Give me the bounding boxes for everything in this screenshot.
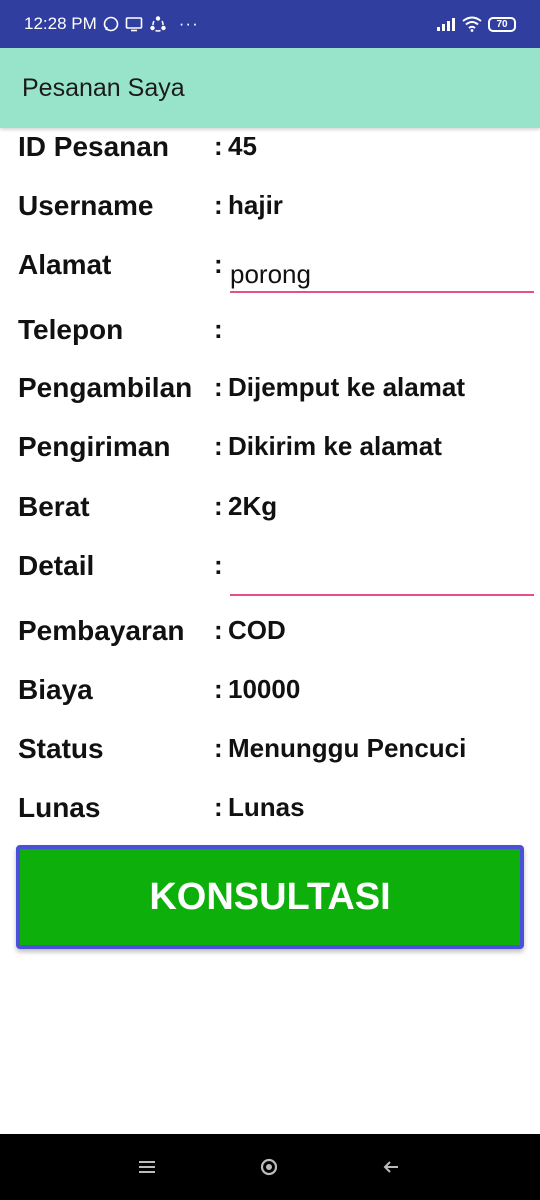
value-pembayaran: COD [228, 615, 286, 645]
separator: : [214, 131, 223, 161]
navigation-bar [0, 1134, 540, 1200]
row-pengiriman: Pengiriman : Dikirim ke alamat [18, 431, 534, 471]
row-username: Username : hajir [18, 190, 534, 230]
detail-field[interactable] [230, 562, 534, 596]
row-berat: Berat : 2Kg [18, 491, 534, 531]
whatsapp-icon [103, 16, 119, 32]
value-id-pesanan: 45 [228, 131, 257, 161]
separator: : [214, 733, 223, 763]
separator: : [214, 249, 223, 279]
alamat-field[interactable] [230, 259, 534, 293]
label-telepon: Telepon [18, 314, 124, 345]
status-bar: 12:28 PM ··· 70 [0, 0, 540, 48]
separator: : [214, 491, 223, 521]
row-telepon: Telepon : [18, 314, 534, 354]
value-lunas: Lunas [228, 792, 305, 822]
label-status: Status [18, 733, 104, 764]
value-pengambilan: Dijemput ke alamat [228, 372, 465, 402]
separator: : [214, 190, 223, 220]
row-pembayaran: Pembayaran : COD [18, 615, 534, 655]
label-pembayaran: Pembayaran [18, 615, 185, 646]
label-pengambilan: Pengambilan [18, 372, 193, 403]
separator: : [214, 792, 223, 822]
sync-icon [149, 15, 167, 33]
row-detail: Detail : [18, 550, 534, 602]
app-bar: Pesanan Saya [0, 48, 540, 128]
value-pengiriman: Dikirim ke alamat [228, 431, 442, 461]
row-alamat: Alamat : [18, 249, 534, 301]
battery-icon: 70 [488, 16, 516, 32]
signal-icon [436, 17, 456, 31]
label-username: Username [18, 190, 154, 221]
separator: : [214, 674, 223, 704]
label-alamat: Alamat [18, 249, 112, 280]
value-berat: 2Kg [228, 491, 278, 521]
back-icon[interactable] [376, 1152, 406, 1182]
value-status: Menunggu Pencuci [228, 733, 467, 763]
separator: : [214, 431, 223, 461]
status-left: 12:28 PM ··· [24, 14, 199, 34]
label-biaya: Biaya [18, 674, 93, 705]
separator: : [214, 372, 223, 402]
status-right: 70 [436, 16, 516, 32]
row-biaya: Biaya : 10000 [18, 674, 534, 714]
separator: : [214, 314, 223, 344]
status-time: 12:28 PM [24, 14, 97, 33]
label-berat: Berat [18, 491, 90, 522]
page-title: Pesanan Saya [22, 73, 185, 102]
separator: : [214, 550, 223, 580]
label-id-pesanan: ID Pesanan [18, 131, 169, 162]
konsultasi-button[interactable]: KONSULTASI [16, 845, 524, 949]
menu-icon[interactable] [132, 1152, 162, 1182]
label-pengiriman: Pengiriman [18, 431, 171, 462]
more-dots-icon: ··· [178, 14, 199, 33]
label-lunas: Lunas [18, 792, 101, 823]
cast-icon [125, 16, 143, 32]
row-status: Status : Menunggu Pencuci [18, 733, 534, 773]
value-username: hajir [228, 190, 283, 220]
row-lunas: Lunas : Lunas [18, 792, 534, 832]
label-detail: Detail [18, 550, 95, 581]
row-pengambilan: Pengambilan : Dijemput ke alamat [18, 372, 534, 412]
separator: : [214, 615, 223, 645]
wifi-icon [462, 16, 482, 32]
row-id-pesanan: ID Pesanan : 45 [18, 131, 534, 171]
home-icon[interactable] [254, 1152, 284, 1182]
value-biaya: 10000 [228, 674, 301, 704]
